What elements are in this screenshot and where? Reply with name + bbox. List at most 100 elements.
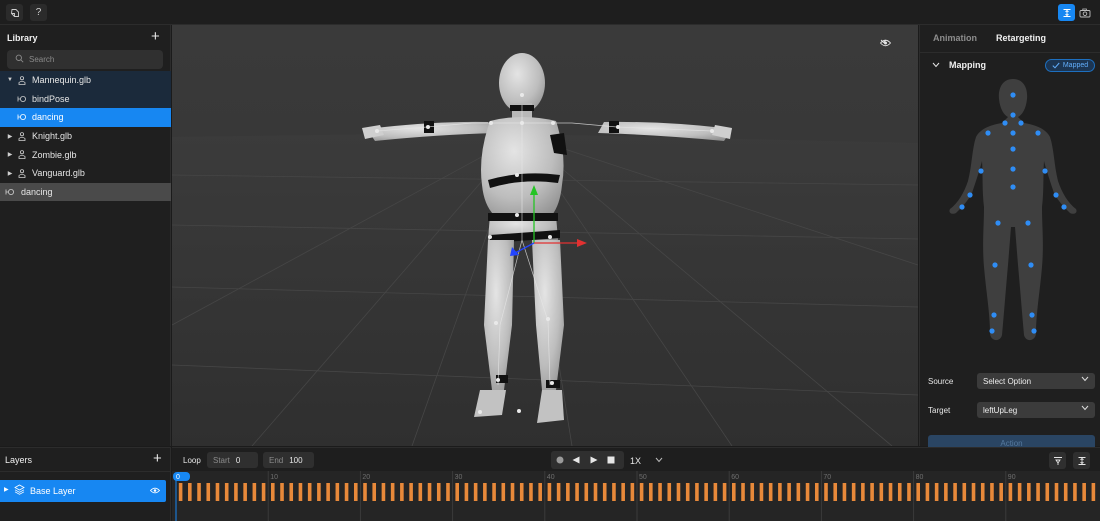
caret-down-icon[interactable]: ▼ (6, 77, 14, 83)
keyframe-marker[interactable] (538, 483, 542, 501)
keyframe-marker[interactable] (501, 483, 506, 501)
keyframe-marker[interactable] (492, 483, 496, 501)
tree-item-zombie[interactable]: ▶ Zombie.glb (0, 145, 171, 164)
keyframe-marker[interactable] (649, 483, 653, 501)
joint-left-toe[interactable] (989, 328, 995, 334)
joint-spine[interactable] (1010, 166, 1016, 172)
caret-right-icon[interactable]: ▶ (6, 170, 14, 177)
keyframe-marker[interactable] (814, 483, 819, 501)
keyframe-marker[interactable] (224, 483, 229, 501)
insert-keyframe-button[interactable] (1049, 452, 1066, 469)
3d-viewport[interactable] (172, 25, 918, 446)
keyframe-marker[interactable] (907, 483, 911, 501)
keyframe-marker[interactable] (759, 483, 764, 501)
keyframe-marker[interactable] (732, 483, 736, 501)
joint-left-fingers[interactable] (959, 204, 965, 210)
keyframe-marker[interactable] (658, 483, 662, 501)
keyframe-marker[interactable] (298, 483, 303, 501)
add-layer-button[interactable]: + (153, 451, 162, 466)
keyframe-marker[interactable] (639, 483, 644, 501)
keyframe-marker[interactable] (750, 483, 755, 501)
tree-item-dancing-root[interactable]: dancing (0, 182, 171, 202)
keyframe-marker[interactable] (916, 483, 920, 501)
end-frame-field[interactable]: End 100 (263, 452, 314, 468)
keyframe-marker[interactable] (741, 483, 745, 501)
caret-right-icon[interactable]: ▶ (4, 486, 9, 493)
add-asset-button[interactable]: + (151, 29, 160, 44)
keyframe-marker[interactable] (188, 483, 192, 501)
tab-animation[interactable]: Animation (933, 33, 977, 43)
joint-right-up-leg[interactable] (1025, 220, 1031, 226)
keyframe-marker[interactable] (409, 483, 413, 501)
layer-item-base[interactable]: ▶ Base Layer (0, 480, 166, 502)
keyframe-marker[interactable] (612, 483, 616, 501)
keyframe-marker[interactable] (418, 483, 423, 501)
keyframe-marker[interactable] (999, 483, 1003, 501)
keyframe-marker[interactable] (971, 483, 976, 501)
joint-left-shoulder[interactable] (1002, 120, 1008, 126)
joint-spine2[interactable] (1010, 130, 1016, 136)
source-select[interactable]: Select Option (977, 373, 1095, 389)
tree-item-mannequin[interactable]: ▼ Mannequin.glb (0, 71, 171, 90)
keyframe-marker[interactable] (1017, 483, 1022, 501)
keyframe-marker[interactable] (676, 483, 681, 501)
tree-item-dancing[interactable]: dancing (0, 108, 171, 127)
keyframe-marker[interactable] (824, 483, 828, 501)
keyframe-marker[interactable] (473, 483, 478, 501)
start-frame-field[interactable]: Start 0 (207, 452, 258, 468)
keyframe-marker[interactable] (455, 483, 459, 501)
keyframe-marker[interactable] (685, 483, 690, 501)
keyframe-marker[interactable] (1091, 483, 1096, 501)
joint-right-foot[interactable] (1029, 312, 1035, 318)
keyframe-marker[interactable] (778, 483, 782, 501)
chevron-down-icon[interactable] (655, 457, 663, 463)
keyframe-marker[interactable] (307, 483, 312, 501)
joint-right-arm[interactable] (1035, 130, 1041, 136)
joint-left-forearm[interactable] (978, 168, 984, 174)
keyframe-marker[interactable] (722, 483, 727, 501)
keyframe-marker[interactable] (575, 483, 579, 501)
keyframe-marker[interactable] (566, 483, 570, 501)
keyframe-marker[interactable] (1008, 483, 1013, 501)
keyframe-marker[interactable] (897, 483, 902, 501)
keyframe-marker[interactable] (178, 483, 183, 501)
keyframe-marker[interactable] (861, 483, 865, 501)
keyframe-marker[interactable] (400, 483, 404, 501)
joint-hips[interactable] (1010, 184, 1016, 190)
joint-right-toe[interactable] (1031, 328, 1037, 334)
play-icon[interactable] (590, 456, 598, 464)
keyframe-marker[interactable] (280, 483, 284, 501)
scene-canvas[interactable] (172, 25, 918, 446)
keyframe-marker[interactable] (206, 483, 211, 501)
keyframe-marker[interactable] (353, 483, 358, 501)
keyframe-marker[interactable] (1063, 483, 1068, 501)
keyframe-marker[interactable] (547, 483, 552, 501)
keyframe-marker[interactable] (1045, 483, 1050, 501)
keyframe-marker[interactable] (344, 483, 349, 501)
keyframe-marker[interactable] (519, 483, 524, 501)
keyframe-marker[interactable] (934, 483, 939, 501)
loop-toggle[interactable]: Loop (183, 456, 201, 465)
record-icon[interactable] (556, 456, 564, 464)
keyframe-marker[interactable] (1036, 483, 1040, 501)
keyframe-marker[interactable] (953, 483, 957, 501)
keyframe-marker[interactable] (888, 483, 893, 501)
eye-icon[interactable] (150, 487, 160, 494)
target-select[interactable]: leftUpLeg (977, 402, 1095, 418)
keyframe-marker[interactable] (197, 483, 201, 501)
keyframe-marker[interactable] (446, 483, 450, 501)
keyframe-marker[interactable] (261, 483, 266, 501)
keyframe-marker[interactable] (436, 483, 441, 501)
keyframe-marker[interactable] (215, 483, 220, 501)
joint-right-leg[interactable] (1028, 262, 1034, 268)
joint-left-leg[interactable] (992, 262, 998, 268)
tab-retargeting[interactable]: Retargeting (996, 33, 1046, 43)
joint-left-up-leg[interactable] (995, 220, 1001, 226)
keyframe-marker[interactable] (851, 483, 856, 501)
keyframe-marker[interactable] (879, 483, 884, 501)
keyframe-marker[interactable] (1054, 483, 1059, 501)
keyframe-marker[interactable] (372, 483, 377, 501)
keyframe-marker[interactable] (381, 483, 386, 501)
keyframe-marker[interactable] (602, 483, 607, 501)
joint-left-arm[interactable] (985, 130, 991, 136)
